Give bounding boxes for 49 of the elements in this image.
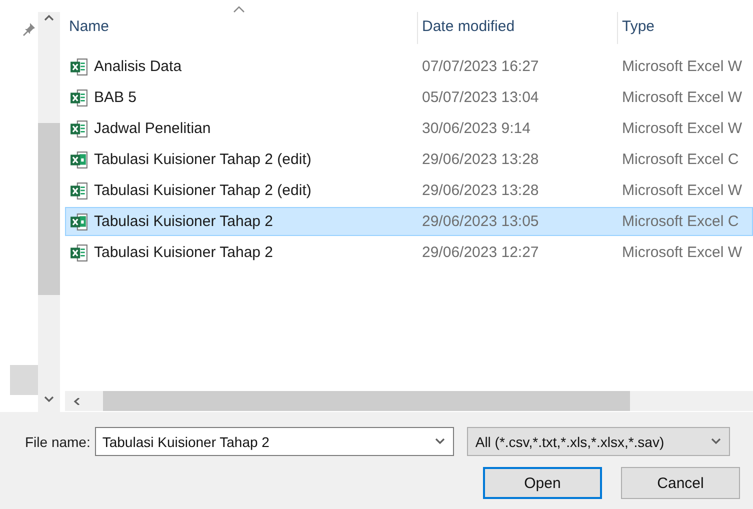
file-row[interactable]: BAB 5 05/07/2023 13:04 Microsoft Excel W: [65, 83, 753, 112]
spreadsheet-icon: [70, 244, 88, 262]
file-name: Tabulasi Kuisioner Tahap 2 (edit): [94, 182, 312, 199]
date-modified: 29/06/2023 13:05: [421, 213, 540, 230]
date-modified: 30/06/2023 9:14: [421, 120, 532, 137]
spreadsheet-icon: [70, 88, 88, 106]
file-type: Microsoft Excel C: [621, 213, 740, 230]
file-name-label: File name:: [25, 434, 90, 450]
dialog-button[interactable]: Open: [483, 467, 602, 499]
file-row[interactable]: Analisis Data 07/07/2023 16:27 Microsoft Excel W: [65, 52, 753, 81]
file-row[interactable]: Tabulasi Kuisioner Tahap 2 29/06/2023 12:27 Microsoft Excel W: [65, 238, 753, 267]
dialog-button[interactable]: Cancel: [621, 467, 740, 499]
spreadsheet-data-icon: [70, 212, 88, 230]
file-name: Tabulasi Kuisioner Tahap 2: [94, 213, 274, 230]
spreadsheet-icon: [70, 120, 88, 138]
column-header[interactable]: Name: [65, 12, 418, 44]
date-modified: 07/07/2023 16:27: [421, 58, 540, 75]
file-type: Microsoft Excel W: [621, 120, 744, 137]
file-row[interactable]: Tabulasi Kuisioner Tahap 2 (edit) 29/06/2023 13:28 Microsoft Excel W: [65, 176, 753, 205]
file-name: Tabulasi Kuisioner Tahap 2 (edit): [94, 151, 312, 168]
dropdown-caret-icon[interactable]: [435, 438, 446, 445]
file-type: Microsoft Excel W: [621, 244, 744, 261]
date-modified: 29/06/2023 12:27: [421, 244, 540, 261]
date-modified: 29/06/2023 13:28: [421, 151, 540, 168]
spreadsheet-data-icon: [70, 150, 88, 168]
file-name: Jadwal Penelitian: [94, 120, 211, 137]
column-header[interactable]: Type: [618, 12, 753, 44]
file-type: Microsoft Excel W: [621, 58, 744, 75]
file-row[interactable]: Jadwal Penelitian 30/06/2023 9:14 Microsoft Excel W: [65, 114, 753, 143]
date-modified: 05/07/2023 13:04: [421, 89, 540, 106]
file-type: Microsoft Excel W: [621, 182, 744, 199]
file-row[interactable]: Tabulasi Kuisioner Tahap 2 (edit) 29/06/2023 13:28 Microsoft Excel C: [65, 145, 753, 174]
scrollbar-thumb[interactable]: [10, 365, 38, 395]
spreadsheet-icon: [70, 58, 88, 76]
dropdown-caret-icon[interactable]: [711, 438, 722, 445]
file-name-field[interactable]: Tabulasi Kuisioner Tahap 2: [95, 427, 454, 456]
file-name: Tabulasi Kuisioner Tahap 2: [94, 244, 274, 261]
file-row[interactable]: Tabulasi Kuisioner Tahap 2 29/06/2023 13:05 Microsoft Excel C: [65, 207, 753, 236]
column-header[interactable]: Date modified: [418, 12, 618, 44]
date-modified: 29/06/2023 13:28: [421, 182, 540, 199]
scrollbar-thumb[interactable]: [103, 391, 630, 411]
scrollbar-thumb[interactable]: [38, 123, 60, 295]
file-type: Microsoft Excel W: [621, 89, 744, 106]
file-name: BAB 5: [94, 89, 137, 106]
pin-icon[interactable]: [22, 22, 36, 36]
file-name: Analisis Data: [94, 58, 182, 75]
file-type-dropdown[interactable]: All (*.csv,*.txt,*.xls,*.xlsx,*.sav): [467, 427, 730, 456]
file-type: Microsoft Excel C: [621, 151, 740, 168]
spreadsheet-icon: [70, 182, 88, 200]
